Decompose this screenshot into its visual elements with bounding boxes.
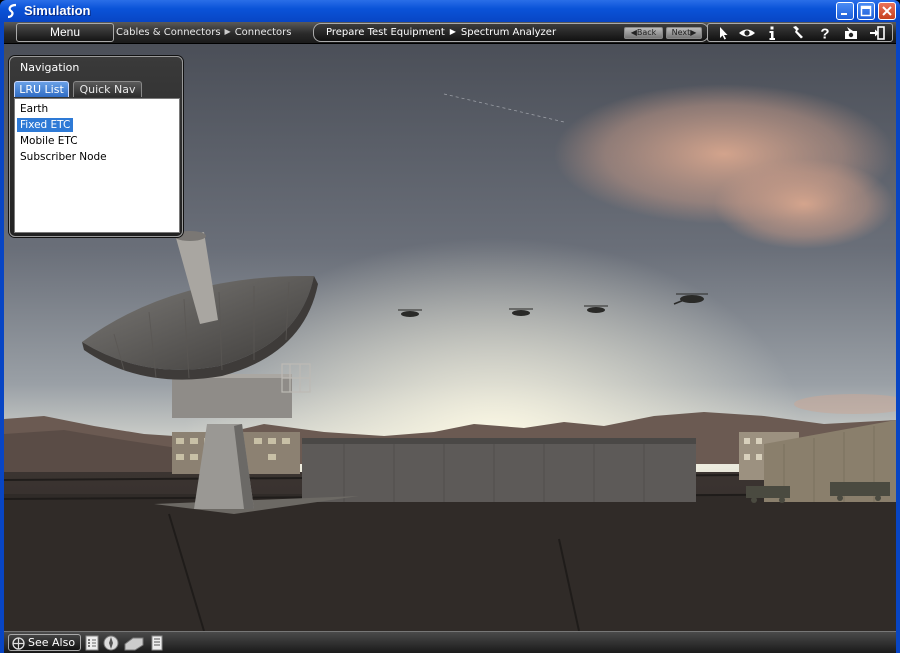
help-icon[interactable]: ?: [815, 25, 835, 42]
checklist-icon[interactable]: [84, 635, 100, 651]
navigation-panel: Navigation LRU List Quick Nav Earth Fixe…: [9, 56, 183, 237]
tab-quick-nav[interactable]: Quick Nav: [73, 81, 142, 97]
info-icon[interactable]: [762, 25, 782, 41]
app-icon: [7, 3, 17, 19]
minimize-icon: [841, 13, 847, 15]
back-button[interactable]: ◀Back: [624, 27, 663, 39]
menu-button[interactable]: Menu: [16, 23, 114, 42]
svg-text:?: ?: [820, 26, 829, 42]
exit-icon[interactable]: [867, 25, 887, 41]
window-titlebar[interactable]: Simulation: [0, 0, 900, 22]
breadcrumb-item[interactable]: Connectors: [235, 27, 292, 38]
list-item-mobile-etc[interactable]: Mobile ETC: [17, 134, 81, 148]
list-item-subscriber-node[interactable]: Subscriber Node: [17, 150, 110, 164]
see-also-button[interactable]: See Also: [8, 634, 81, 651]
camera-icon[interactable]: [841, 25, 861, 41]
breadcrumb-item[interactable]: Spectrum Analyzer: [461, 27, 556, 38]
target-icon: [12, 637, 25, 650]
breadcrumb-arrow-icon: ▶: [449, 27, 456, 36]
close-button[interactable]: [878, 2, 896, 20]
eye-icon[interactable]: [737, 25, 757, 41]
pointer-icon[interactable]: [713, 25, 733, 41]
breadcrumb-secondary: Cables & Connectors ▶ Connectors: [116, 27, 292, 38]
document-icon[interactable]: [149, 635, 165, 651]
tag-icon[interactable]: [123, 635, 145, 651]
breadcrumb-item[interactable]: Cables & Connectors: [116, 27, 221, 38]
next-button[interactable]: Next▶: [666, 27, 702, 39]
breadcrumb-arrow-icon: ▶: [224, 27, 231, 36]
bottom-bar: See Also: [4, 631, 896, 653]
maximize-button[interactable]: [857, 2, 875, 20]
list-item-earth[interactable]: Earth: [17, 102, 51, 116]
tool-iconbar: ?: [707, 23, 893, 42]
minimize-button[interactable]: [836, 2, 854, 20]
breadcrumb-item[interactable]: Prepare Test Equipment: [326, 27, 445, 38]
tab-lru-list[interactable]: LRU List: [14, 81, 69, 97]
top-toolbar: Menu Cables & Connectors ▶ Connectors Prep…: [4, 22, 896, 44]
next-arrow-icon: ▶: [690, 28, 697, 37]
lru-listbox[interactable]: Earth Fixed ETC Mobile ETC Subscriber No…: [14, 98, 180, 233]
list-item-fixed-etc[interactable]: Fixed ETC: [17, 118, 74, 132]
compass-icon[interactable]: [103, 635, 119, 651]
window-frame-right: [896, 22, 900, 653]
close-icon: [882, 6, 892, 16]
breadcrumb-primary: Prepare Test Equipment ▶ Spectrum Analyzer…: [313, 23, 709, 42]
wrench-icon[interactable]: [788, 25, 808, 41]
maximize-icon: [860, 5, 872, 17]
window-title: Simulation: [24, 3, 91, 18]
panel-title: Navigation: [20, 61, 80, 74]
